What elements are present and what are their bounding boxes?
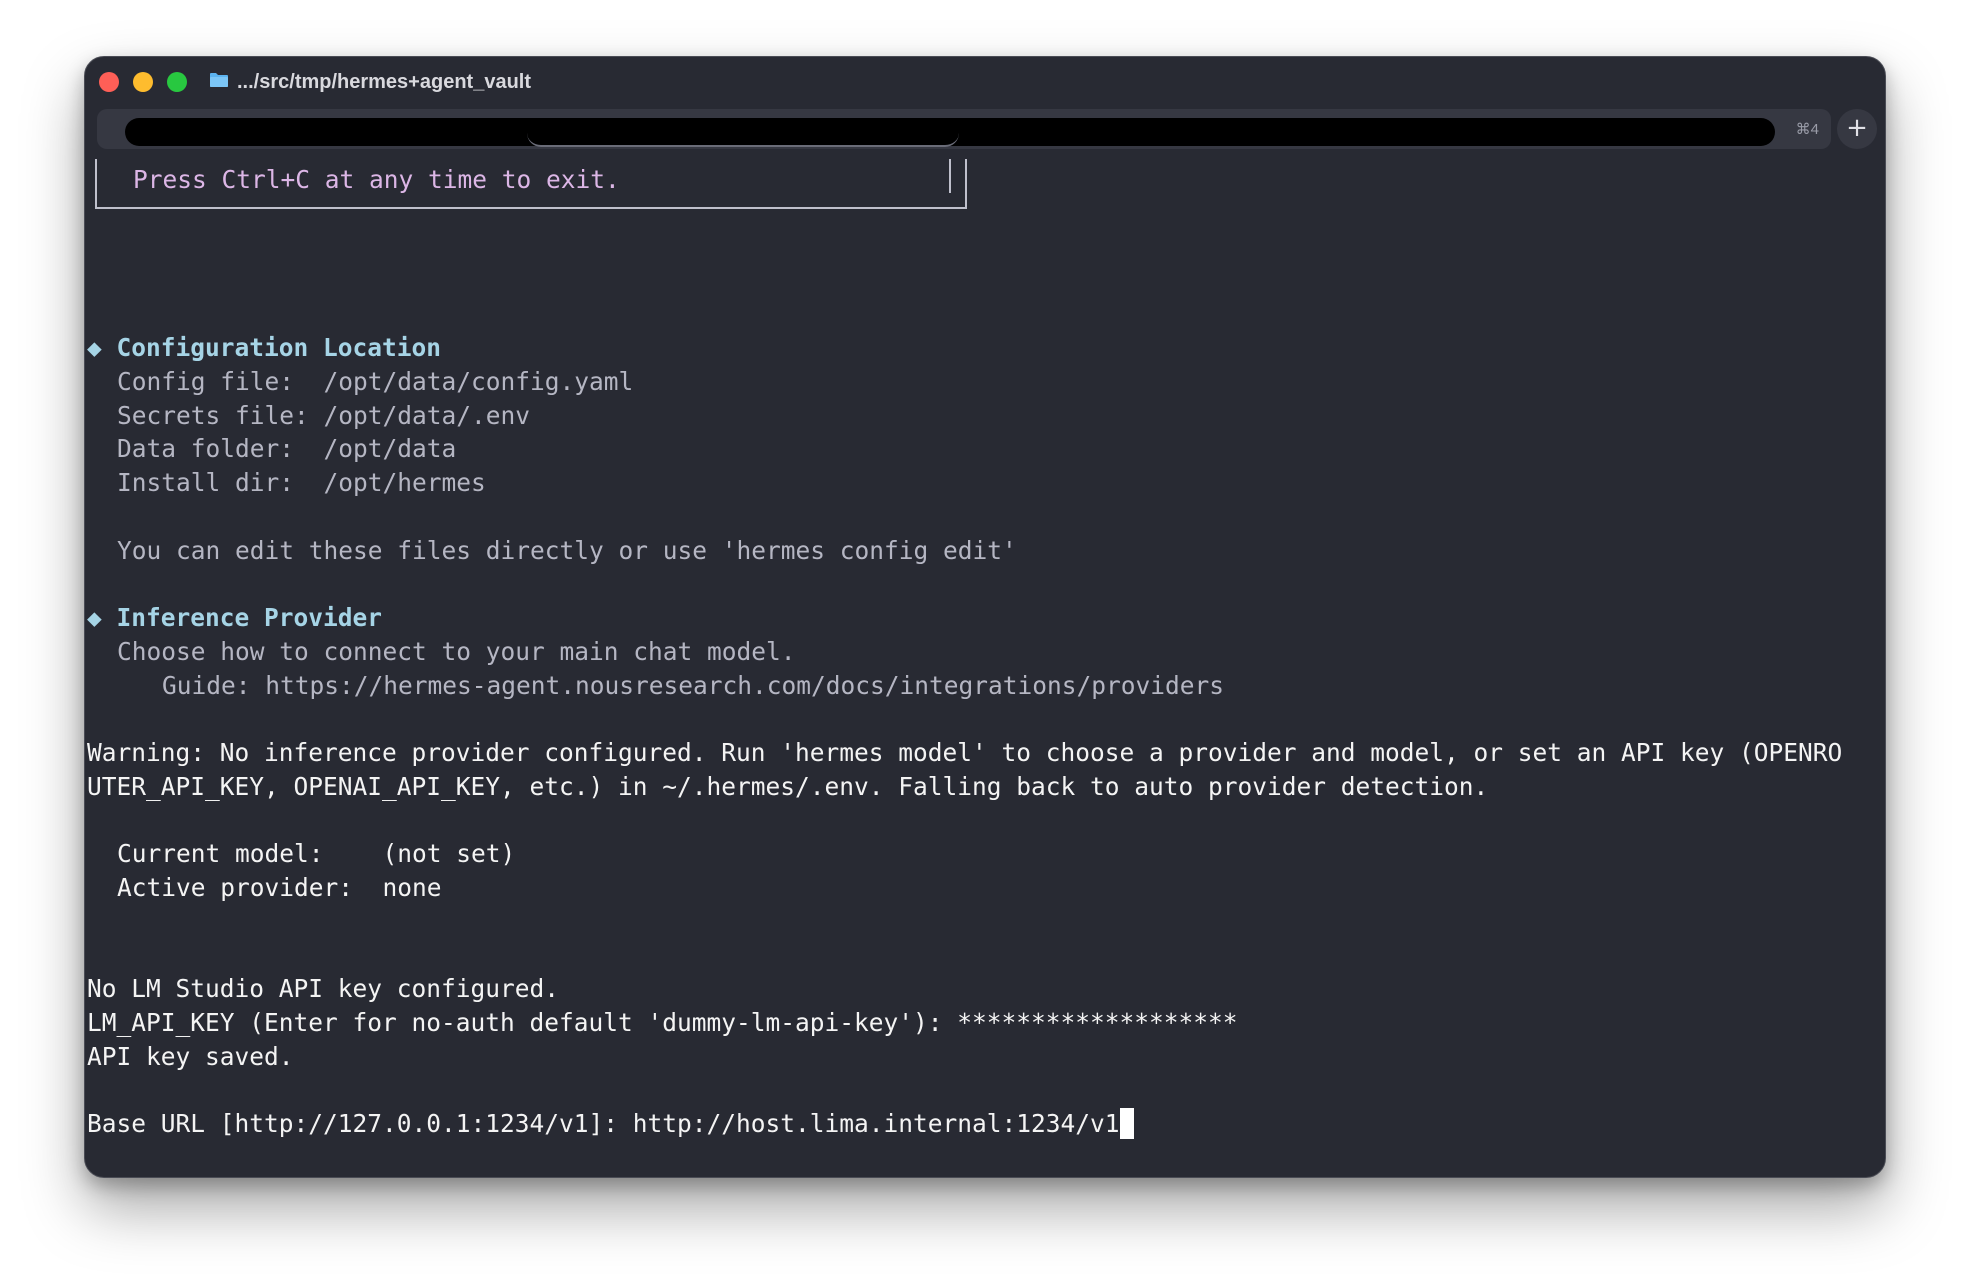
- install-dir-line: Install dir: /opt/hermes: [117, 468, 486, 497]
- provider-section-heading: Inference Provider: [116, 603, 383, 632]
- provider-guide-link[interactable]: Guide: https://hermes-agent.nousresearch…: [162, 669, 1224, 702]
- maximize-window-button[interactable]: [167, 72, 187, 92]
- folder-icon: [210, 73, 228, 87]
- diamond-icon: ◆: [87, 603, 102, 632]
- tab-shortcut-hint: ⌘4: [1795, 121, 1819, 138]
- tab-bar: ⌘4: [97, 109, 1831, 149]
- new-tab-button[interactable]: +: [1837, 109, 1877, 149]
- provider-description: Choose how to connect to your main chat …: [117, 637, 796, 666]
- active-provider-line: Active provider: none: [117, 873, 442, 902]
- current-model-line: Current model: (not set): [117, 839, 516, 868]
- warning-line-1: Warning: No inference provider configure…: [87, 738, 1843, 767]
- exit-hint: Press Ctrl+C at any time to exit.: [133, 165, 620, 194]
- diamond-icon: ◆: [87, 333, 102, 362]
- warning-line-2: UTER_API_KEY, OPENAI_API_KEY, etc.) in ~…: [87, 772, 1489, 801]
- tab-active-indicator: [527, 115, 959, 147]
- base-url-prompt-line[interactable]: Base URL [http://127.0.0.1:1234/v1]: htt…: [87, 1107, 1134, 1140]
- secrets-file-line: Secrets file: /opt/data/.env: [117, 401, 531, 430]
- base-url-prompt: Base URL [http://127.0.0.1:1234/v1]:: [87, 1109, 633, 1138]
- no-api-key-line: No LM Studio API key configured.: [87, 974, 560, 1003]
- text-cursor: [1119, 1108, 1134, 1139]
- edit-hint-line: You can edit these files directly or use…: [117, 536, 1017, 565]
- close-window-button[interactable]: [99, 72, 119, 92]
- title-bar: .../src/tmp/hermes+agent_vault: [85, 57, 1885, 107]
- api-key-prompt-line: LM_API_KEY (Enter for no-auth default 'd…: [87, 1008, 1238, 1037]
- terminal-output[interactable]: Press Ctrl+C at any time to exit. ◆ Conf…: [85, 153, 1885, 1177]
- window-title: .../src/tmp/hermes+agent_vault: [237, 71, 532, 93]
- config-section-header: ◆ Configuration Location: [87, 331, 441, 364]
- terminal-window: .../src/tmp/hermes+agent_vault ⌘4 + Pres…: [84, 56, 1886, 1178]
- info-box-divider: [949, 159, 951, 193]
- config-section-heading: Configuration Location: [116, 333, 442, 362]
- base-url-input[interactable]: http://host.lima.internal:1234/v1: [633, 1109, 1120, 1138]
- config-file-line: Config file: /opt/data/config.yaml: [117, 367, 634, 396]
- provider-section-header: ◆ Inference Provider: [87, 601, 382, 634]
- minimize-window-button[interactable]: [133, 72, 153, 92]
- api-key-saved-line: API key saved.: [87, 1042, 294, 1071]
- data-folder-line: Data folder: /opt/data: [117, 434, 457, 463]
